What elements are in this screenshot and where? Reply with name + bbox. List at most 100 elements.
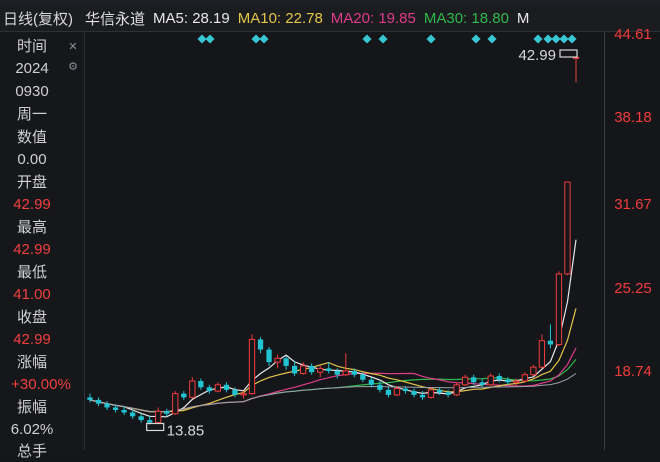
candle-body	[334, 370, 340, 375]
candle-body	[385, 389, 392, 395]
candle-body	[181, 393, 187, 398]
candle-body	[112, 407, 119, 410]
low-value: 41.00	[13, 286, 51, 303]
candle-body	[138, 416, 144, 421]
candle-body	[309, 365, 315, 373]
info-panel: 时间 ✕ 2024 ⚙ 0930 周一 数值 0.00 开盘 42.99 最高 …	[0, 32, 85, 460]
volume-label: 总手	[16, 443, 47, 460]
value: 0.00	[17, 151, 47, 168]
ma5-value: MA5: 28.19	[153, 9, 230, 27]
date-monthday: 0930	[15, 83, 49, 100]
event-marker-icon	[487, 34, 497, 44]
change-label: 涨幅	[16, 354, 47, 371]
candle-body	[87, 397, 93, 400]
candle-body	[266, 349, 272, 363]
candle-body	[496, 375, 502, 380]
candle-body	[479, 382, 485, 385]
candle-body	[505, 379, 511, 383]
candle-body	[547, 340, 554, 345]
open-label: 开盘	[16, 174, 47, 191]
y-tick-label: 44.61	[614, 26, 652, 43]
event-marker-icon	[543, 34, 553, 44]
time-label: 时间	[16, 38, 47, 55]
y-tick-label: 31.67	[614, 196, 652, 213]
candle-body	[147, 420, 153, 423]
candle-body	[198, 381, 204, 388]
high-label: 最高	[16, 219, 47, 236]
candle-body	[513, 380, 520, 383]
event-marker-icon	[567, 34, 577, 44]
candle-body	[326, 368, 332, 371]
more-indicators[interactable]: M	[517, 10, 530, 27]
candle-body	[555, 273, 563, 345]
candle-body	[360, 374, 366, 380]
candle-body	[257, 339, 264, 350]
candle-body	[189, 380, 196, 398]
settings-icon[interactable]: ⚙	[66, 60, 80, 74]
candle-body	[317, 367, 324, 373]
candle-body	[164, 411, 170, 414]
y-tick-label: 38.18	[614, 109, 652, 126]
open-value: 42.99	[13, 196, 51, 213]
low-marker-icon	[146, 422, 165, 432]
candle-body	[283, 358, 289, 366]
y-tick-label: 25.25	[614, 280, 652, 297]
close-icon[interactable]: ✕	[66, 40, 80, 54]
event-marker-icon	[362, 34, 372, 44]
candle-body	[232, 389, 238, 395]
candle-body	[393, 388, 401, 396]
y-tick-label: 18.74	[614, 363, 652, 380]
ma60-line	[89, 373, 577, 413]
event-marker-icon	[533, 34, 543, 44]
candle-body	[487, 375, 494, 386]
candlestick-chart[interactable]: 42.99 13.85	[84, 32, 604, 450]
candle-body	[411, 391, 417, 395]
candle-body	[419, 394, 426, 398]
period-selector[interactable]: 日线(复权)	[3, 8, 73, 29]
event-marker-icon	[205, 34, 215, 44]
candle-body	[427, 389, 435, 398]
close-value: 42.99	[13, 331, 51, 348]
amplitude-value: 6.02%	[10, 421, 54, 438]
ma10-line	[89, 308, 577, 413]
candle-body	[129, 412, 136, 417]
weekday: 周一	[16, 106, 47, 123]
chart-header: 日线(复权) 华信永道 MA5: 28.19 MA10: 22.78 MA20:…	[0, 5, 606, 32]
date-year: 2024	[15, 60, 49, 77]
high-annotation: 42.99	[518, 47, 556, 64]
change-value: +30.00%	[11, 376, 71, 393]
low-annotation: 13.85	[167, 422, 205, 439]
candle-body	[342, 370, 349, 376]
high-marker-icon	[559, 49, 578, 58]
candle-body	[300, 365, 307, 374]
candle-body	[172, 393, 179, 415]
candle-body	[104, 403, 110, 408]
candle-body	[351, 370, 357, 375]
price-axis: 44.61 38.18 31.67 25.25 18.74	[604, 26, 660, 450]
candle-body	[121, 409, 127, 413]
candle-body	[521, 374, 528, 382]
candle-body	[214, 384, 222, 392]
candle-body	[402, 388, 409, 392]
close-label: 收盘	[16, 309, 47, 326]
ma20-value: MA20: 19.85	[330, 9, 416, 27]
ma10-value: MA10: 22.78	[237, 9, 323, 27]
event-marker-icon	[197, 34, 207, 44]
event-marker-icon	[259, 34, 269, 44]
candle-body	[471, 377, 477, 383]
event-marker-icon	[471, 34, 481, 44]
candle-body	[445, 392, 451, 395]
candle-body	[377, 384, 383, 390]
candle-body	[95, 399, 102, 404]
value-label: 数值	[16, 129, 47, 146]
candle-body	[155, 410, 162, 424]
high-value: 42.99	[13, 241, 51, 258]
candle-body	[564, 181, 571, 275]
candle-body	[538, 340, 546, 368]
ma30-value: MA30: 18.80	[423, 9, 509, 27]
ma5-line	[89, 239, 577, 418]
low-label: 最低	[16, 264, 47, 281]
candle-body	[436, 389, 443, 393]
amplitude-label: 振幅	[16, 399, 47, 416]
candle-body	[240, 393, 247, 396]
